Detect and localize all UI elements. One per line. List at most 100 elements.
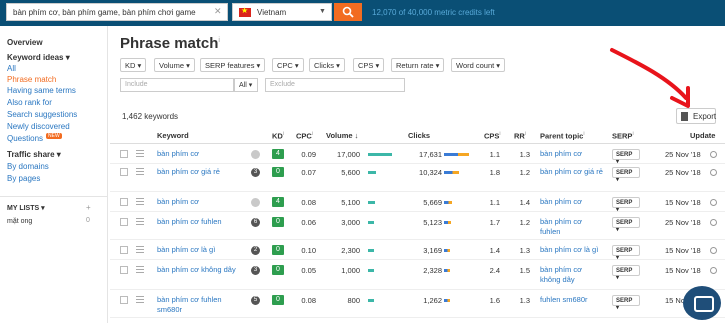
sidebar-item-having-same-terms[interactable]: Having same terms (7, 86, 76, 95)
clear-search-icon[interactable]: ✕ (214, 6, 222, 17)
header-parent-topic[interactable]: Parent topici (540, 131, 585, 141)
parent-topic-link[interactable]: bàn phím cơ là gì (540, 245, 604, 255)
parent-topic-link[interactable]: bàn phím cơ giá rẻ (540, 167, 604, 177)
chat-widget-icon[interactable] (683, 286, 721, 320)
serp-dropdown[interactable]: SERP ▾ (612, 295, 640, 311)
kd-badge: 0 (272, 265, 284, 275)
search-button[interactable] (334, 3, 362, 21)
my-lists-heading[interactable]: MY LISTS ▾ (7, 204, 45, 212)
cpc-value: 0.06 (301, 218, 316, 227)
keyword-link[interactable]: bàn phím cơ fuhlen sm680r (157, 295, 245, 315)
header-update[interactable]: Update (690, 131, 715, 140)
sidebar-item-by-domains[interactable]: By domains (7, 162, 49, 171)
keyword-search-input[interactable]: bàn phím cơ, bàn phím game, bàn phím chơ… (6, 3, 228, 21)
parent-topic-link[interactable]: fuhlen sm680r (540, 295, 604, 305)
keyword-link[interactable]: bàn phím cơ (157, 197, 245, 207)
sidebar: Overview Keyword ideas ▾ All Phrase matc… (0, 26, 108, 323)
header-cps[interactable]: CPSi (484, 131, 501, 141)
row-checkbox[interactable] (120, 218, 128, 226)
header-kd[interactable]: KDi (272, 131, 284, 141)
parent-topic-link[interactable]: bàn phím cơ fuhlen (540, 217, 604, 237)
add-to-list-icon[interactable] (136, 296, 144, 303)
keyword-link[interactable]: bàn phím cơ giá rẻ (157, 167, 245, 177)
clicks-split-bar (444, 153, 469, 156)
keyword-link[interactable]: bàn phím cơ fuhlen (157, 217, 245, 227)
sidebar-keyword-ideas[interactable]: Keyword ideas ▾ (7, 53, 70, 62)
export-button[interactable]: Export (676, 108, 716, 124)
refresh-icon[interactable] (710, 247, 717, 254)
sidebar-overview[interactable]: Overview (7, 38, 43, 47)
rr-value: 1.3 (519, 150, 530, 159)
row-checkbox[interactable] (120, 266, 128, 274)
serp-dropdown[interactable]: SERP ▾ (612, 217, 640, 233)
sidebar-item-newly-discovered[interactable]: Newly discovered (7, 122, 70, 131)
add-to-list-icon[interactable] (136, 218, 144, 225)
sidebar-item-questions[interactable]: Questions (7, 134, 43, 143)
include-input[interactable]: Include (120, 78, 234, 92)
sidebar-item-all[interactable]: All (7, 64, 16, 73)
serp-dropdown[interactable]: SERP ▾ (612, 167, 640, 183)
filter-clicks[interactable]: Clicks ▾ (309, 58, 345, 72)
clicks-split-bar (444, 201, 452, 204)
filter-cps[interactable]: CPS ▾ (353, 58, 385, 72)
search-icon (342, 6, 354, 18)
sidebar-traffic-share[interactable]: Traffic share ▾ (7, 150, 61, 159)
serp-dropdown[interactable]: SERP ▾ (612, 265, 640, 281)
filter-kd[interactable]: KD ▾ (120, 58, 147, 72)
refresh-icon[interactable] (710, 219, 717, 226)
list-item-mat-ong[interactable]: mặt ong (7, 218, 32, 225)
volume-trend-bar (368, 201, 375, 204)
add-list-icon[interactable]: + (86, 203, 91, 212)
filter-return-rate[interactable]: Return rate ▾ (391, 58, 445, 72)
header-cpc[interactable]: CPCi (296, 131, 313, 141)
serp-dropdown[interactable]: SERP ▾ (612, 245, 640, 261)
clicks-value: 17,631 (419, 150, 442, 159)
header-volume[interactable]: Volume ↓ (326, 131, 358, 140)
country-select[interactable]: Vietnam ▼ (232, 3, 332, 21)
include-mode-select[interactable]: All ▾ (234, 78, 258, 92)
filter-volume[interactable]: Volume ▾ (154, 58, 195, 72)
update-date: 25 Nov '18 (665, 168, 701, 177)
filter-cpc[interactable]: CPC ▾ (272, 58, 304, 72)
row-checkbox[interactable] (120, 168, 128, 176)
sidebar-item-also-rank-for[interactable]: Also rank for (7, 98, 52, 107)
filter-serp-features[interactable]: SERP features ▾ (200, 58, 266, 72)
header-keyword[interactable]: Keyword (157, 131, 189, 140)
refresh-icon[interactable] (710, 267, 717, 274)
add-to-list-icon[interactable] (136, 150, 144, 157)
sidebar-item-by-pages[interactable]: By pages (7, 174, 40, 183)
cpc-value: 0.09 (301, 150, 316, 159)
header-clicks[interactable]: Clicks (408, 131, 430, 140)
add-to-list-icon[interactable] (136, 168, 144, 175)
header-rr[interactable]: RRi (514, 131, 526, 141)
table-header: Keyword KDi CPCi Volume ↓ Clicks CPSi RR… (110, 130, 725, 144)
sidebar-item-search-suggestions[interactable]: Search suggestions (7, 110, 77, 119)
row-checkbox[interactable] (120, 296, 128, 304)
refresh-icon[interactable] (710, 199, 717, 206)
add-to-list-icon[interactable] (136, 266, 144, 273)
parent-topic-link[interactable]: bàn phím cơ không dây (540, 265, 604, 285)
row-checkbox[interactable] (120, 246, 128, 254)
refresh-icon[interactable] (710, 151, 717, 158)
keyword-link[interactable]: bàn phím cơ không dây (157, 265, 245, 275)
add-to-list-icon[interactable] (136, 246, 144, 253)
parent-topic-link[interactable]: bàn phím cơ (540, 149, 604, 159)
row-checkbox[interactable] (120, 198, 128, 206)
serp-position-icon: 5 (251, 296, 260, 305)
serp-dropdown[interactable]: SERP ▾ (612, 149, 640, 165)
row-checkbox[interactable] (120, 150, 128, 158)
clicks-value: 2,328 (423, 266, 442, 275)
add-to-list-icon[interactable] (136, 198, 144, 205)
parent-topic-link[interactable]: bàn phím cơ (540, 197, 604, 207)
page-title: Phrase matchi (120, 35, 220, 52)
rr-value: 1.2 (519, 218, 530, 227)
header-serp[interactable]: SERPi (612, 131, 634, 141)
exclude-input[interactable]: Exclude (265, 78, 405, 92)
keyword-link[interactable]: bàn phím cơ là gì (157, 245, 245, 255)
serp-dropdown[interactable]: SERP ▾ (612, 197, 640, 213)
keyword-link[interactable]: bàn phím cơ (157, 149, 245, 159)
refresh-icon[interactable] (710, 169, 717, 176)
filter-word-count[interactable]: Word count ▾ (451, 58, 506, 72)
credits-status: 12,070 of 40,000 metric credits left (372, 8, 495, 17)
sidebar-item-phrase-match[interactable]: Phrase match (7, 75, 56, 84)
